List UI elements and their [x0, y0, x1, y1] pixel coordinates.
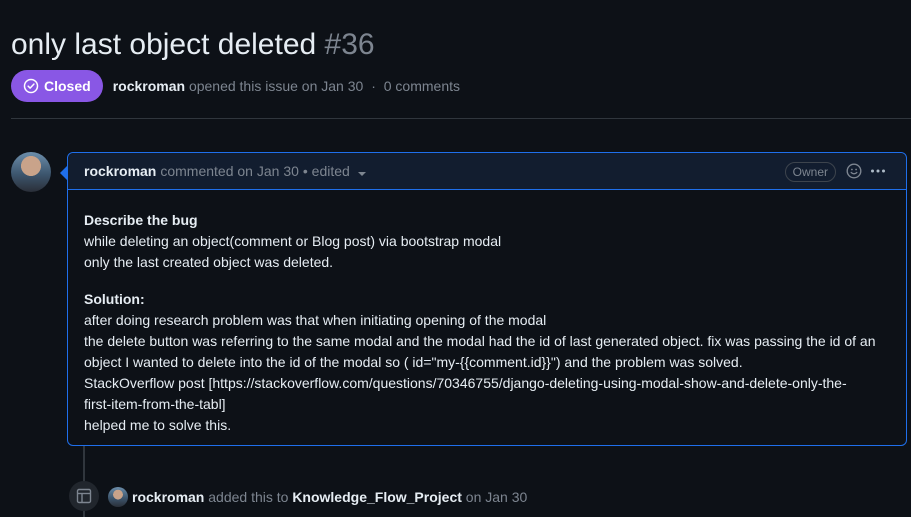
body-line: helped me to solve this. — [84, 417, 232, 433]
bug-section: Describe the bug while deleting an objec… — [84, 210, 890, 273]
event-action: added this to — [208, 489, 289, 505]
avatar[interactable] — [11, 152, 51, 192]
timeline-event-badge — [69, 481, 99, 511]
issue-title-text: only last object deleted — [11, 28, 317, 61]
more-options-button[interactable] — [870, 163, 886, 182]
body-line: after doing research problem was that wh… — [84, 312, 547, 328]
triangle-down-icon — [357, 172, 366, 176]
event-date[interactable]: on Jan 30 — [466, 489, 528, 505]
body-line: object I wanted to delete into the id of… — [84, 354, 743, 370]
project-link[interactable]: Knowledge_Flow_Project — [292, 489, 462, 505]
issue-meta: Closed rockroman opened this issue on Ja… — [11, 70, 460, 102]
issue-page: only last object deleted #36 Closed rock… — [0, 0, 911, 517]
state-label: Closed — [44, 78, 91, 94]
body-line: first-item-from-the-tabl] — [84, 396, 226, 412]
bug-heading: Describe the bug — [84, 212, 198, 228]
body-line: while deleting an object(comment or Blog… — [84, 233, 502, 249]
edited-label: • edited — [302, 163, 350, 179]
comment-action[interactable]: commented on Jan 30 — [160, 163, 299, 179]
header-divider — [11, 118, 911, 119]
smiley-icon — [846, 163, 862, 179]
issue-meta-text: rockroman opened this issue on Jan 30 · … — [113, 78, 460, 94]
comment-body: Describe the bug while deleting an objec… — [68, 190, 906, 436]
event-actor-link[interactable]: rockroman — [132, 489, 204, 505]
body-line: the delete button was referring to the s… — [84, 333, 876, 349]
issue-closed-icon — [23, 78, 39, 94]
solution-heading: Solution: — [84, 291, 145, 307]
comments-count: 0 comments — [383, 78, 460, 94]
issue-title: only last object deleted #36 — [11, 25, 375, 65]
timeline-event: rockroman added this to Knowledge_Flow_P… — [132, 487, 527, 507]
issue-author-link[interactable]: rockroman — [113, 78, 185, 94]
kebab-horizontal-icon — [871, 169, 885, 173]
comment-author-link[interactable]: rockroman — [84, 163, 156, 179]
body-line: StackOverflow post [https://stackoverflo… — [84, 375, 847, 391]
comment-header: rockroman commented on Jan 30 • edited O… — [68, 153, 906, 190]
avatar[interactable] — [108, 487, 128, 507]
owner-badge: Owner — [784, 162, 836, 182]
meta-separator: · — [371, 78, 376, 94]
state-badge: Closed — [11, 70, 103, 102]
reaction-button[interactable] — [846, 163, 862, 182]
solution-section: Solution: after doing research problem w… — [84, 289, 890, 436]
issue-opened-text: opened this issue on Jan 30 — [188, 78, 364, 94]
comment-box: rockroman commented on Jan 30 • edited O… — [60, 152, 907, 446]
issue-number: #36 — [324, 28, 375, 61]
project-icon — [76, 488, 92, 504]
body-line: only the last created object was deleted… — [84, 254, 334, 270]
edited-dropdown[interactable]: • edited — [303, 163, 366, 179]
